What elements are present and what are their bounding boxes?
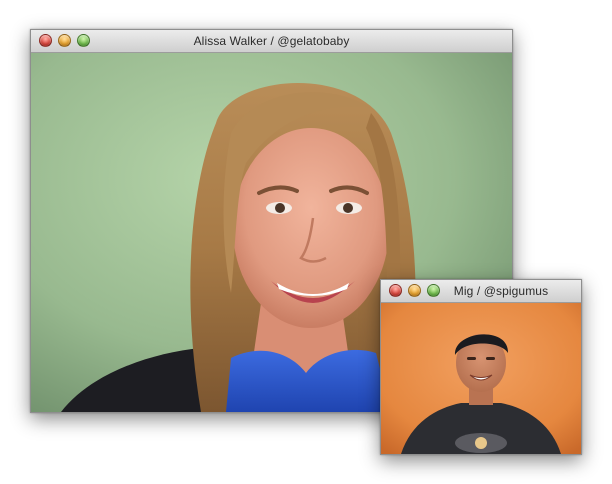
- inset-window-title: Mig / @spigumus: [453, 284, 549, 298]
- inset-video-window[interactable]: Mig / @spigumus: [380, 279, 582, 455]
- minimize-icon[interactable]: [408, 284, 421, 297]
- inset-video-feed: [381, 303, 581, 454]
- main-window-title: Alissa Walker / @gelatobaby: [193, 34, 350, 48]
- inset-video-image: [381, 303, 581, 454]
- main-window-titlebar[interactable]: Alissa Walker / @gelatobaby: [31, 30, 512, 53]
- close-icon[interactable]: [389, 284, 402, 297]
- inset-window-titlebar[interactable]: Mig / @spigumus: [381, 280, 581, 303]
